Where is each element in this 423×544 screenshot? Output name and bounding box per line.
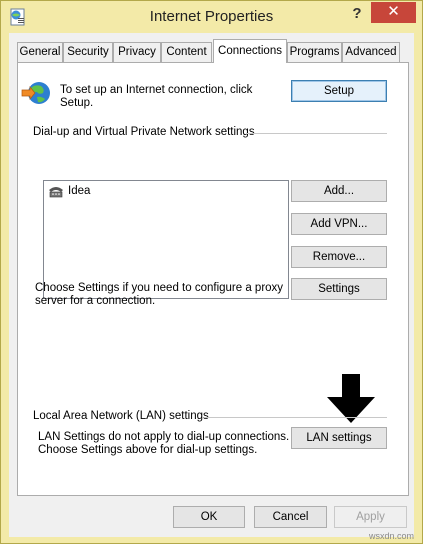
proxy-text-line1: Choose Settings if you need to configure… [35,282,284,294]
tab-privacy[interactable]: Privacy [113,42,161,62]
tab-content[interactable]: Content [161,42,212,62]
connections-tab-page: To set up an Internet connection, click … [17,62,409,496]
dialup-section-heading: Dial-up and Virtual Private Network sett… [33,126,255,138]
setup-description-line1: To set up an Internet connection, click [60,84,253,96]
settings-button[interactable]: Settings [291,278,387,300]
apply-button[interactable]: Apply [334,506,407,528]
tab-general[interactable]: General [17,42,63,62]
globe-connection-icon [21,82,50,104]
watermark-text: wsxdn.com [369,531,415,541]
cancel-button[interactable]: Cancel [254,506,327,528]
title-bar[interactable]: Internet Properties ? ✕ [1,1,422,33]
tab-connections[interactable]: Connections [213,39,287,63]
tab-programs[interactable]: Programs [287,42,342,62]
down-arrow-icon [327,374,375,423]
lan-section-divider [204,417,387,418]
add-button[interactable]: Add... [291,180,387,202]
proxy-text-line2: server for a connection. [35,295,156,307]
ok-button[interactable]: OK [173,506,245,528]
help-button[interactable]: ? [347,4,367,24]
add-vpn-button[interactable]: Add VPN... [291,213,387,235]
dialup-section-divider [246,133,387,134]
lan-section-heading: Local Area Network (LAN) settings [33,410,209,422]
lan-note-line2: Choose Settings above for dial-up settin… [38,444,258,456]
lan-note-line1: LAN Settings do not apply to dial-up con… [38,431,290,443]
dialog-client-area: General Security Privacy Content Connect… [9,33,414,541]
connection-name: Idea [68,185,91,197]
setup-description-line2: Setup. [60,97,94,109]
close-button[interactable]: ✕ [371,2,416,23]
dialup-connection-icon [49,187,63,198]
tab-security[interactable]: Security [63,42,113,62]
remove-button[interactable]: Remove... [291,246,387,268]
tab-advanced[interactable]: Advanced [342,42,400,62]
internet-properties-window: Internet Properties ? ✕ General Security… [0,0,423,544]
setup-button[interactable]: Setup [291,80,387,102]
lan-settings-button[interactable]: LAN settings [291,427,387,449]
